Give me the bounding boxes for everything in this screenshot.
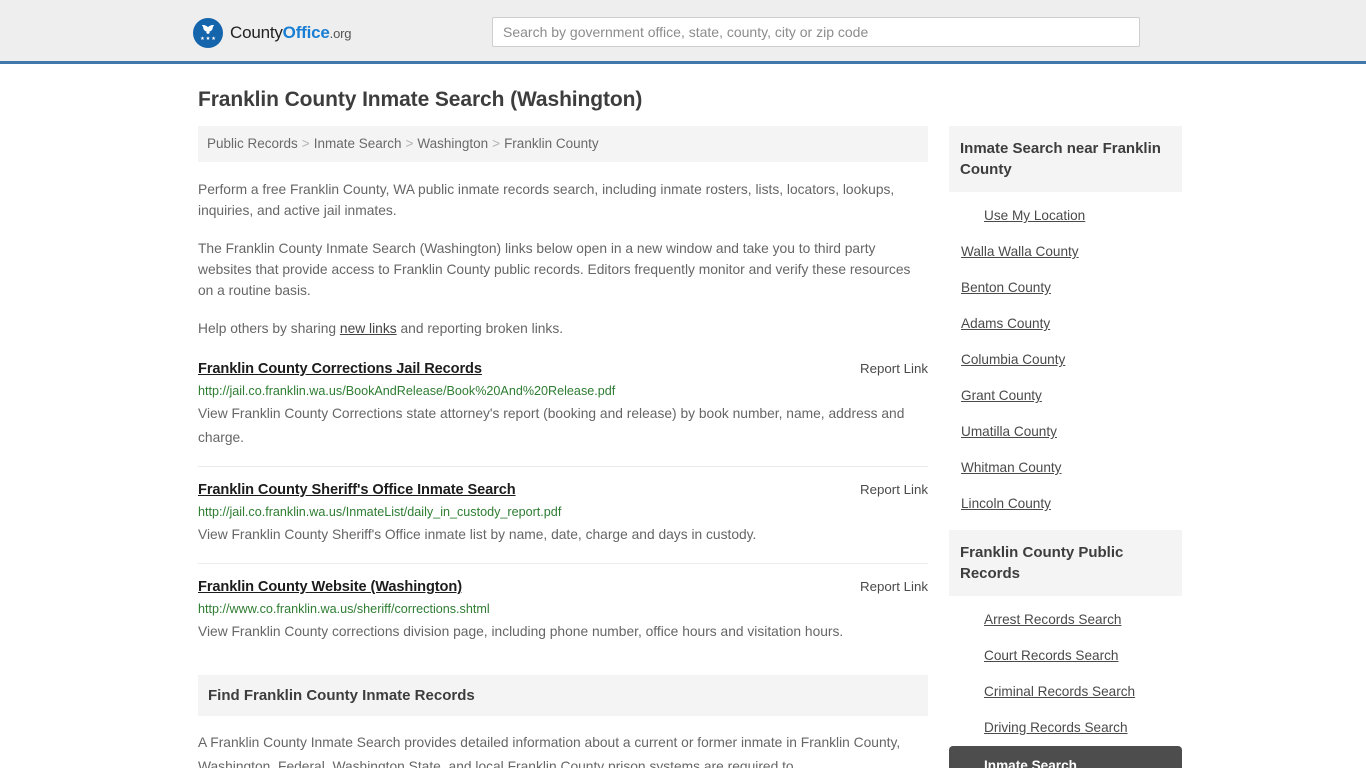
sidebar-item-columbia-county[interactable]: Columbia County xyxy=(949,342,1182,378)
sidebar-item-whitman-county[interactable]: Whitman County xyxy=(949,450,1182,486)
new-links-link[interactable]: new links xyxy=(340,321,397,336)
sidebar-item-driving-records-search[interactable]: Driving Records Search xyxy=(949,710,1182,746)
list-item: Inmate Search xyxy=(949,746,1182,768)
sidebar-item-adams-county[interactable]: Adams County xyxy=(949,306,1182,342)
list-item: Umatilla County xyxy=(949,414,1182,450)
list-item: Walla Walla County xyxy=(949,234,1182,270)
list-item: Benton County xyxy=(949,270,1182,306)
result-title-link[interactable]: Franklin County Sheriff's Office Inmate … xyxy=(198,482,516,498)
result-header: Franklin County Sheriff's Office Inmate … xyxy=(198,482,928,498)
result-url: http://jail.co.franklin.wa.us/BookAndRel… xyxy=(198,384,616,399)
list-item: Court Records Search xyxy=(949,638,1182,674)
sidebar-item-grant-county[interactable]: Grant County xyxy=(949,378,1182,414)
result-url: http://www.co.franklin.wa.us/sheriff/cor… xyxy=(198,602,490,617)
content-container: Franklin County Inmate Search (Washingto… xyxy=(188,64,1182,768)
public-records-list: Arrest Records Search Court Records Sear… xyxy=(949,596,1182,768)
nearby-counties-list: Use My Location Walla Walla County Bento… xyxy=(949,192,1182,522)
result-title-link[interactable]: Franklin County Corrections Jail Records xyxy=(198,361,482,377)
result-url: http://jail.co.franklin.wa.us/InmateList… xyxy=(198,505,562,520)
intro-paragraph-2: The Franklin County Inmate Search (Washi… xyxy=(198,241,911,299)
logo-text-county: County xyxy=(230,23,283,42)
breadcrumb-separator: > xyxy=(301,136,310,151)
list-item: Criminal Records Search xyxy=(949,674,1182,710)
intro-paragraph-3: Help others by sharing new links and rep… xyxy=(198,318,928,339)
intro-paragraph-1: Perform a free Franklin County, WA publi… xyxy=(198,182,895,219)
inmate-search-near-box: Inmate Search near Franklin County Use M… xyxy=(949,126,1182,522)
result-description: View Franklin County Sheriff's Office in… xyxy=(198,527,757,543)
sidebar-item-criminal-records-search[interactable]: Criminal Records Search xyxy=(949,674,1182,710)
result-item: Franklin County Corrections Jail Records… xyxy=(198,361,928,468)
page-title: Franklin County Inmate Search (Washingto… xyxy=(198,88,643,111)
list-item: Arrest Records Search xyxy=(949,602,1182,638)
page-body: Franklin County Inmate Search (Washingto… xyxy=(0,64,1366,768)
result-item: Franklin County Sheriff's Office Inmate … xyxy=(198,482,928,565)
result-item: Franklin County Website (Washington) Rep… xyxy=(198,579,928,660)
inmate-search-near-heading: Inmate Search near Franklin County xyxy=(949,126,1182,192)
report-link-button[interactable]: Report Link xyxy=(846,579,928,594)
result-header: Franklin County Website (Washington) Rep… xyxy=(198,579,928,595)
logo-text-office: Office xyxy=(282,23,330,42)
sidebar-item-arrest-records-search[interactable]: Arrest Records Search xyxy=(949,602,1182,638)
sidebar-item-walla-walla-county[interactable]: Walla Walla County xyxy=(949,234,1182,270)
result-description: View Franklin County Corrections state a… xyxy=(198,406,905,446)
list-item: Grant County xyxy=(949,378,1182,414)
list-item: Use My Location xyxy=(949,198,1182,234)
columns: Public Records > Inmate Search > Washington >… xyxy=(198,126,1182,768)
results-list: Franklin County Corrections Jail Records… xyxy=(198,361,928,660)
breadcrumb-item-inmate-search[interactable]: Inmate Search xyxy=(314,136,402,151)
breadcrumb-item-washington[interactable]: Washington xyxy=(417,136,488,151)
search-container xyxy=(492,17,1140,47)
list-item: Whitman County xyxy=(949,450,1182,486)
find-records-body: A Franklin County Inmate Search provides… xyxy=(198,735,901,768)
search-input[interactable] xyxy=(492,17,1140,47)
result-title-link[interactable]: Franklin County Website (Washington) xyxy=(198,579,462,595)
eagle-shield-icon xyxy=(193,18,223,48)
report-link-button[interactable]: Report Link xyxy=(846,482,928,497)
result-header: Franklin County Corrections Jail Records… xyxy=(198,361,928,377)
sidebar-item-court-records-search[interactable]: Court Records Search xyxy=(949,638,1182,674)
share-text-before: Help others by sharing xyxy=(198,321,340,337)
breadcrumb-separator: > xyxy=(405,136,414,151)
site-header: CountyOffice.org xyxy=(0,0,1366,64)
breadcrumb-item-franklin-county[interactable]: Franklin County xyxy=(504,136,599,151)
public-records-box: Franklin County Public Records Arrest Re… xyxy=(949,530,1182,768)
list-item: Lincoln County xyxy=(949,486,1182,522)
sidebar: Inmate Search near Franklin County Use M… xyxy=(949,126,1182,768)
result-description: View Franklin County corrections divisio… xyxy=(198,624,844,640)
use-my-location-link[interactable]: Use My Location xyxy=(949,198,1182,234)
breadcrumb: Public Records > Inmate Search > Washington >… xyxy=(198,126,928,163)
logo-text-tld: .org xyxy=(329,26,352,41)
sidebar-item-lincoln-county[interactable]: Lincoln County xyxy=(949,486,1182,522)
sidebar-item-inmate-search[interactable]: Inmate Search xyxy=(949,746,1182,768)
breadcrumb-separator: > xyxy=(492,136,501,151)
share-text-after: and reporting broken links. xyxy=(396,321,564,337)
sidebar-item-benton-county[interactable]: Benton County xyxy=(949,270,1182,306)
main-column: Public Records > Inmate Search > Washington >… xyxy=(198,126,928,768)
find-records-heading: Find Franklin County Inmate Records xyxy=(198,675,928,717)
public-records-heading: Franklin County Public Records xyxy=(949,530,1182,596)
sidebar-item-umatilla-county[interactable]: Umatilla County xyxy=(949,414,1182,450)
report-link-button[interactable]: Report Link xyxy=(846,361,928,376)
list-item: Columbia County xyxy=(949,342,1182,378)
site-logo-text: CountyOffice.org xyxy=(230,23,351,43)
list-item: Driving Records Search xyxy=(949,710,1182,746)
site-logo[interactable]: CountyOffice.org xyxy=(193,18,351,48)
list-item: Adams County xyxy=(949,306,1182,342)
breadcrumb-item-public-records[interactable]: Public Records xyxy=(207,136,298,151)
